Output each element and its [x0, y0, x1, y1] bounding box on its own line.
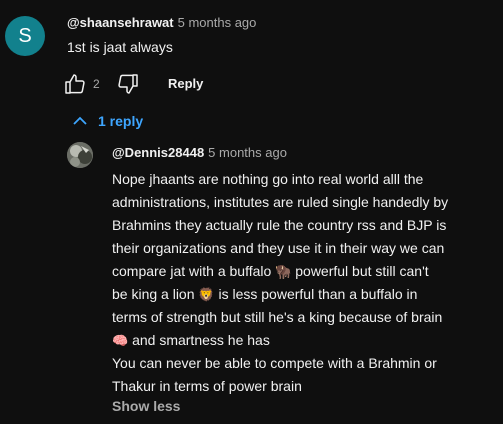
- reply-line: You can never be able to compete with a …: [112, 355, 437, 371]
- reply-header: @Dennis28448 5 months ago: [112, 145, 287, 160]
- brain-emoji-icon: 🧠: [112, 333, 129, 348]
- reply-text: Nope jhaants are nothing go into real wo…: [112, 168, 494, 398]
- dislike-button[interactable]: [116, 72, 144, 96]
- replies-toggle[interactable]: 1 reply: [70, 111, 143, 131]
- comment-author[interactable]: @shaansehrawat: [67, 15, 174, 30]
- show-less-button[interactable]: Show less: [112, 398, 180, 414]
- reply-text-segment: powerful but still can't: [291, 263, 429, 279]
- reply-button[interactable]: Reply: [168, 76, 203, 91]
- reply-text-segment: is less powerful than a buffalo in: [214, 286, 418, 302]
- reply-author[interactable]: @Dennis28448: [112, 145, 204, 160]
- reply-text-segment: be king a lion: [112, 286, 199, 302]
- comment-header: @shaansehrawat 5 months ago: [67, 15, 256, 30]
- replies-toggle-label: 1 reply: [98, 113, 144, 129]
- reply-line: be king a lion 🦁 is less powerful than a…: [112, 283, 494, 306]
- reply-line: compare jat with a buffalo 🦬 powerful bu…: [112, 260, 494, 283]
- reply-line: Thakur in terms of power brain: [112, 378, 302, 394]
- lion-emoji-icon: 🦁: [198, 287, 215, 302]
- thumbs-up-icon: [65, 74, 85, 94]
- reply-line: their organizations and they use it in t…: [112, 240, 445, 256]
- like-button[interactable]: [63, 72, 91, 96]
- reply-avatar[interactable]: [67, 142, 93, 168]
- comment-time[interactable]: 5 months ago: [178, 15, 257, 30]
- avatar[interactable]: S: [5, 16, 45, 56]
- reply-line: Nope jhaants are nothing go into real wo…: [112, 171, 424, 187]
- chevron-up-icon: [73, 116, 87, 125]
- avatar-image: [67, 142, 93, 168]
- reply-time[interactable]: 5 months ago: [208, 145, 287, 160]
- reply-line: Brahmins they actually rule the country …: [112, 217, 447, 233]
- comment-text: 1st is jaat always: [67, 39, 173, 55]
- reply-text-segment: compare jat with a buffalo: [112, 263, 276, 279]
- reply-line: administrations, institutes are ruled si…: [112, 194, 449, 210]
- avatar-letter: S: [18, 24, 32, 47]
- like-count: 2: [93, 77, 100, 91]
- bison-emoji-icon: 🦬: [275, 264, 292, 279]
- reply-line: 🧠 and smartness he has: [112, 329, 494, 352]
- reply-text-segment: and smartness he has: [128, 332, 270, 348]
- thumbs-down-icon: [118, 74, 138, 94]
- reply-line: terms of strength but still he's a king …: [112, 309, 443, 325]
